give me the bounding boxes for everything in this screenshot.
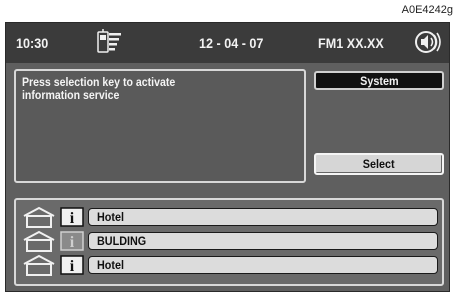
system-button[interactable]: System: [314, 71, 444, 90]
list-item-field[interactable]: BULDING: [88, 232, 438, 250]
home-icon: [23, 206, 55, 228]
status-bar: 10:30 12 - 04 - 07 FM1 XX.XX: [6, 23, 449, 63]
info-icon: i: [60, 207, 84, 227]
clock-time: 10:30: [16, 35, 49, 51]
list-item[interactable]: i Hotel: [22, 254, 438, 276]
list-item-label: Hotel: [97, 258, 124, 272]
home-icon: [23, 254, 55, 276]
info-icon: i: [60, 231, 84, 251]
list-item-label: Hotel: [97, 210, 124, 224]
select-button-label: Select: [363, 157, 395, 171]
system-button-label: System: [359, 73, 399, 88]
svg-text:i: i: [70, 210, 75, 227]
svg-text:i: i: [70, 234, 75, 251]
info-icon: i: [60, 255, 84, 275]
select-button[interactable]: Select: [314, 153, 444, 175]
date-display: 12 - 04 - 07: [199, 35, 264, 51]
figure-code: A0E4242g: [401, 4, 453, 16]
info-message-box: Press selection key to activate informat…: [14, 69, 306, 183]
message-line-2: information service: [22, 88, 120, 102]
speaker-sound-icon: [415, 31, 441, 53]
home-icon: [23, 230, 55, 252]
list-item[interactable]: i BULDING: [22, 230, 438, 252]
destination-list: i Hotel i BULDING i Hotel: [14, 198, 444, 286]
phone-signal-icon: [97, 29, 121, 53]
list-item-field[interactable]: Hotel: [88, 256, 438, 274]
radio-station: FM1 XX.XX: [318, 35, 384, 51]
list-item-label: BULDING: [97, 234, 147, 248]
display-screen: 10:30 12 - 04 - 07 FM1 XX.XX Press selec…: [5, 22, 450, 292]
list-item[interactable]: i Hotel: [22, 206, 438, 228]
list-item-field[interactable]: Hotel: [88, 208, 438, 226]
svg-text:i: i: [70, 258, 75, 275]
